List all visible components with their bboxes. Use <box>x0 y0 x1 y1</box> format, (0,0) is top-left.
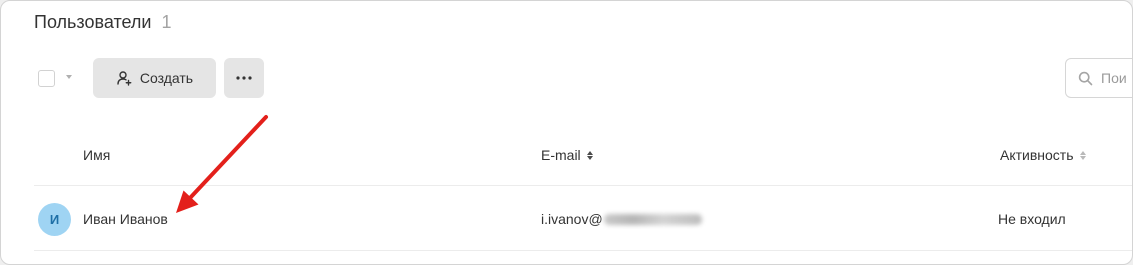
user-activity: Не входил <box>998 211 1066 227</box>
user-email: i.ivanov@ <box>541 211 702 227</box>
search-placeholder: Пои <box>1101 70 1127 86</box>
column-header-name: Имя <box>83 147 111 163</box>
sort-icon[interactable] <box>1079 150 1086 160</box>
more-dots-icon <box>236 76 252 80</box>
sort-icon[interactable] <box>586 150 593 160</box>
create-button-label: Создать <box>139 70 194 86</box>
redacted-email-domain <box>603 213 702 225</box>
table-row[interactable]: И Иван Иванов i.ivanov@ Не входил <box>34 187 1132 251</box>
column-header-activity[interactable]: Активность <box>1000 147 1086 163</box>
more-actions-button[interactable] <box>224 58 264 98</box>
page-title: Пользователи <box>34 12 152 32</box>
avatar: И <box>38 203 71 236</box>
create-user-button[interactable]: Создать <box>93 58 216 98</box>
user-name[interactable]: Иван Иванов <box>83 211 168 227</box>
select-menu-chevron-down-icon[interactable] <box>66 75 72 79</box>
column-header-email[interactable]: E-mail <box>541 147 593 163</box>
search-input[interactable]: Пои <box>1065 58 1132 98</box>
users-panel: Пользователи 1 Создать Пои Имя E-mail Ак… <box>0 0 1133 265</box>
user-add-icon <box>117 71 132 86</box>
table-header: Имя E-mail Активность <box>34 129 1132 186</box>
toolbar: Создать Пои <box>1 58 1132 98</box>
page-header: Пользователи 1 <box>34 12 172 33</box>
select-all-checkbox[interactable] <box>38 70 55 87</box>
user-count: 1 <box>161 12 172 32</box>
search-icon <box>1078 71 1093 85</box>
